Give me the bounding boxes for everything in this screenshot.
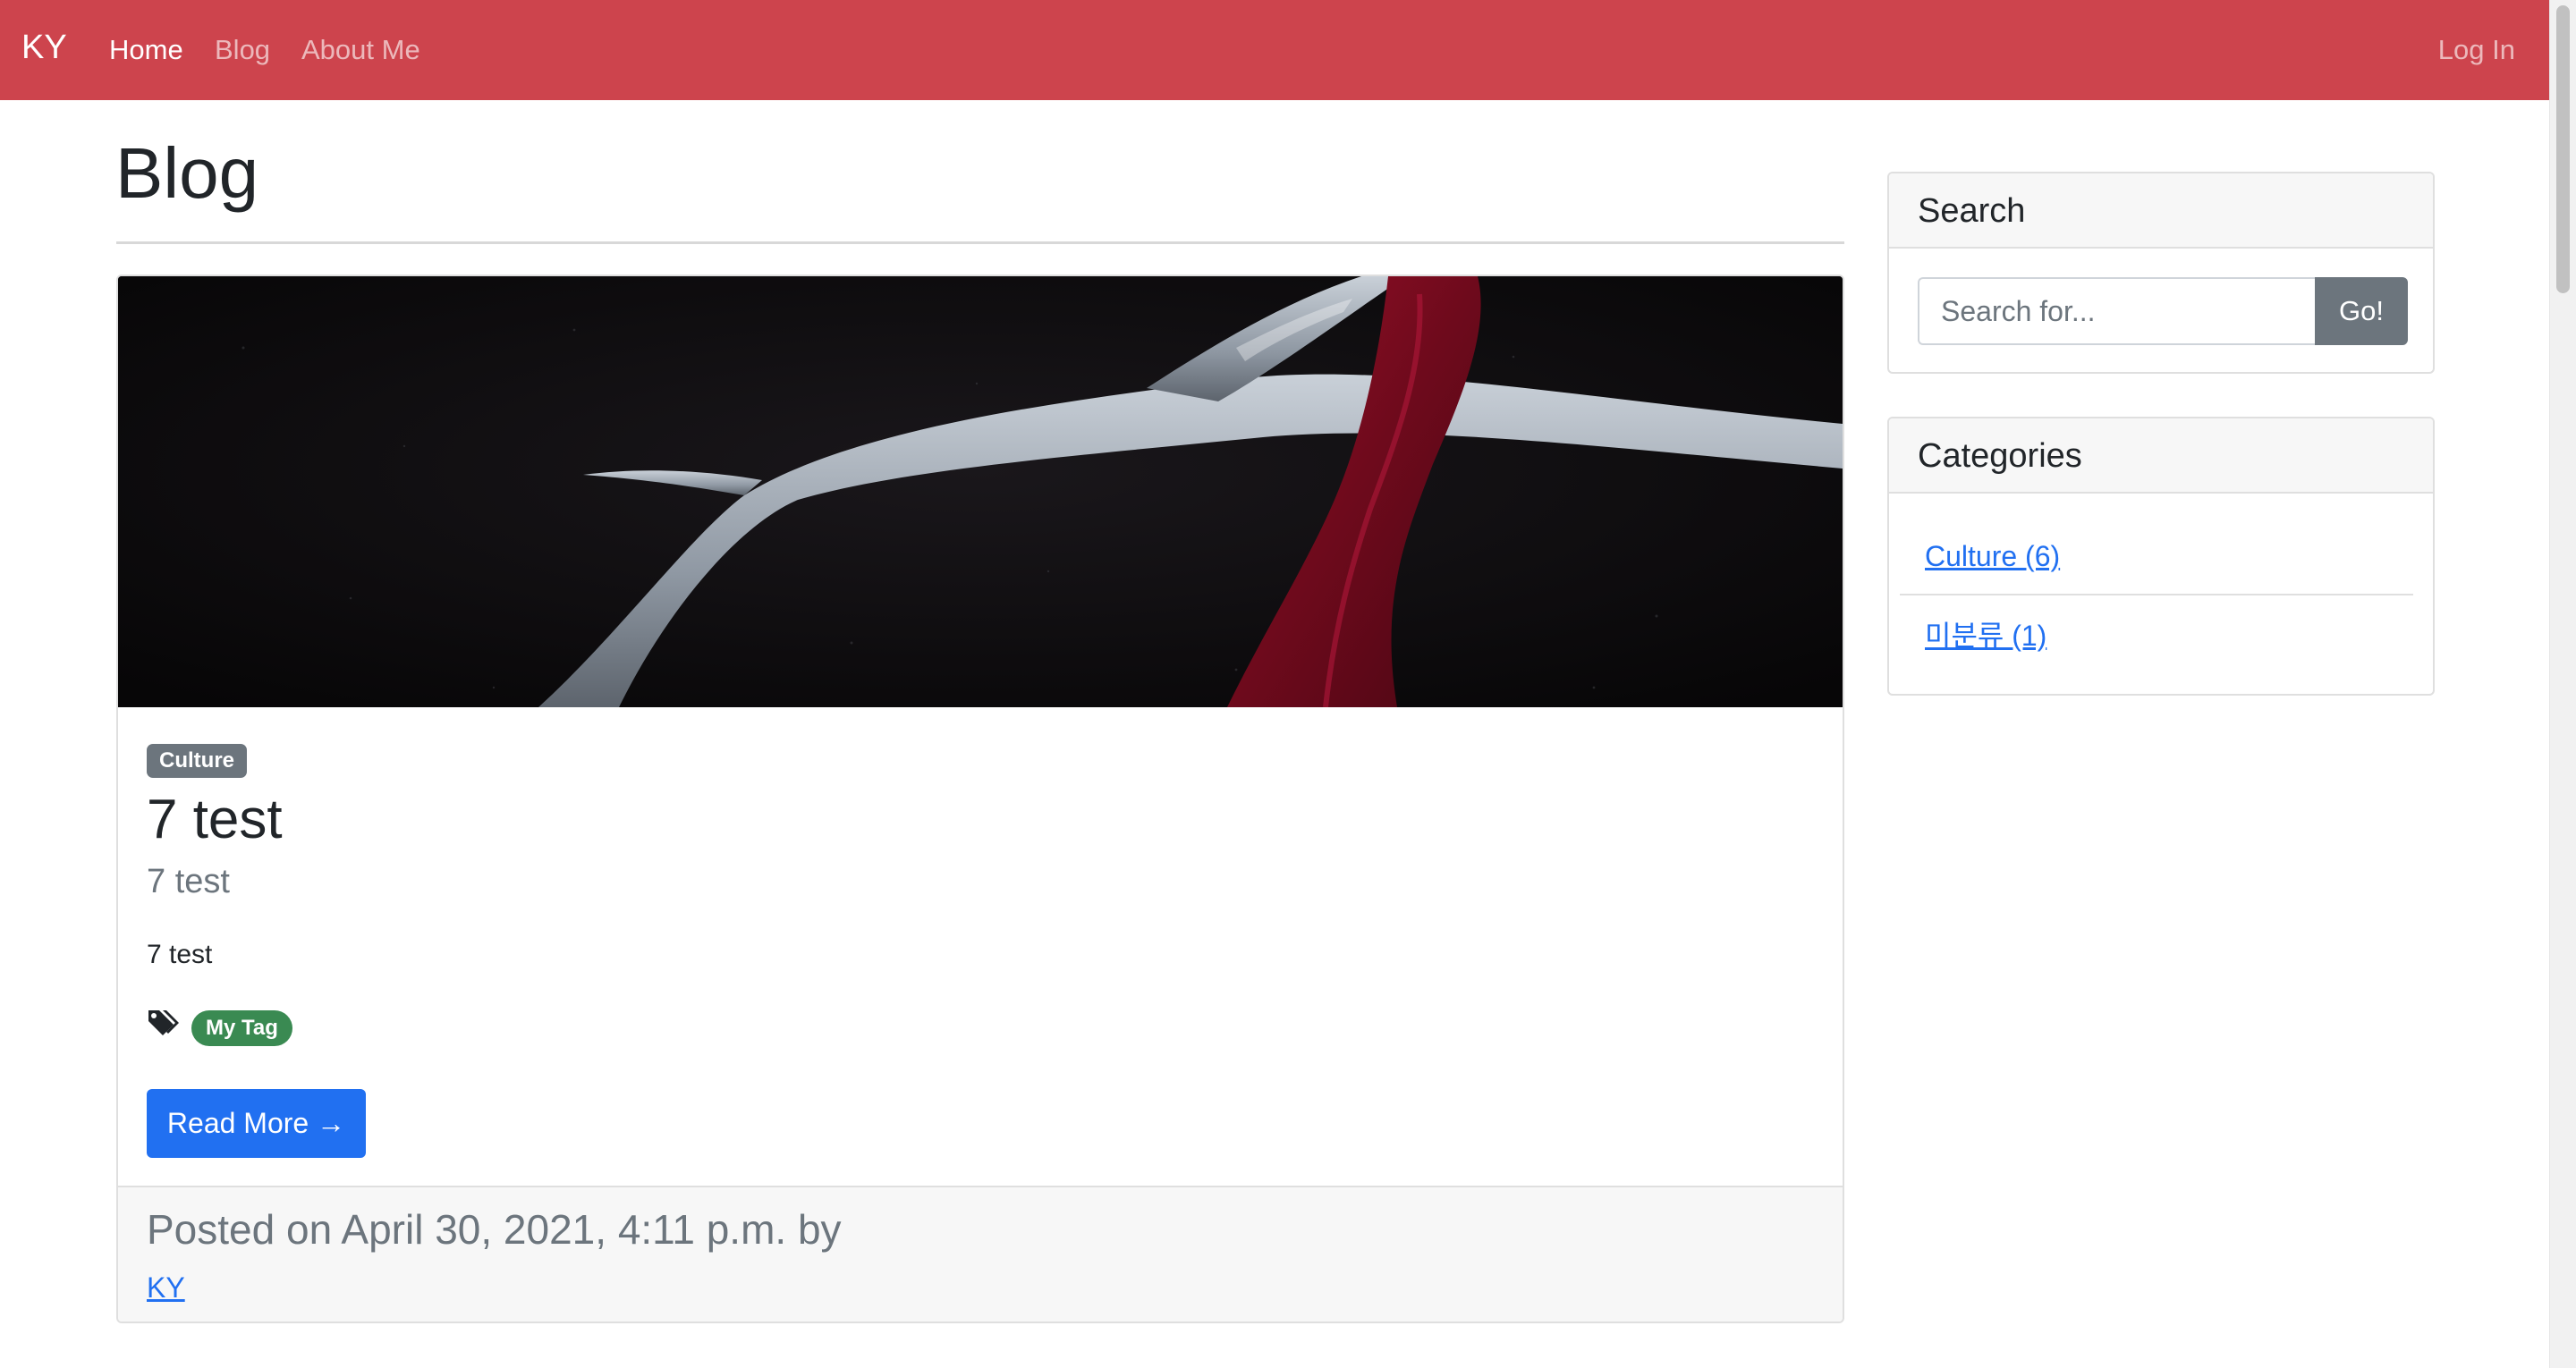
categories-card-header: Categories <box>1889 418 2433 494</box>
nav-home[interactable]: Home <box>109 34 183 66</box>
post-excerpt: 7 test <box>147 940 213 969</box>
category-divider <box>1900 594 2413 595</box>
post-image[interactable] <box>118 276 1843 707</box>
author-link[interactable]: KY <box>147 1271 185 1305</box>
brand-link[interactable]: KY <box>21 29 67 67</box>
categories-card: Categories Culture (6) 미분류 (1) <box>1887 417 2435 696</box>
read-more-button[interactable]: Read More → <box>147 1089 366 1158</box>
post-subtitle: 7 test <box>147 863 230 900</box>
post-title: 7 test <box>147 789 283 850</box>
category-link-uncategorized[interactable]: 미분류 (1) <box>1925 613 2046 654</box>
posted-date: Posted on April 30, 2021, 4:11 p.m. by <box>147 1206 842 1253</box>
navbar: KY Home Blog About Me Log In <box>0 0 2549 100</box>
nav-about-me[interactable]: About Me <box>301 34 420 66</box>
search-card: Search Search for... Go! <box>1887 172 2435 374</box>
search-card-header: Search <box>1889 173 2433 249</box>
tags-icon <box>148 1010 179 1035</box>
scrollbar-thumb[interactable] <box>2556 5 2570 293</box>
antler-red-ribbon-image <box>118 276 1843 707</box>
login-link[interactable]: Log In <box>2438 34 2515 66</box>
title-divider <box>116 241 1844 244</box>
post-footer: Posted on April 30, 2021, 4:11 p.m. by K… <box>118 1186 1843 1322</box>
search-input[interactable]: Search for... <box>1918 277 2317 345</box>
tag-badge[interactable]: My Tag <box>191 1010 292 1046</box>
post-card: Culture 7 test 7 test 7 test My Tag Read… <box>116 274 1844 1323</box>
nav-blog[interactable]: Blog <box>215 34 270 66</box>
category-badge[interactable]: Culture <box>147 744 247 778</box>
search-go-button[interactable]: Go! <box>2315 277 2408 345</box>
category-link-culture[interactable]: Culture (6) <box>1925 540 2060 573</box>
page-title: Blog <box>115 133 259 213</box>
page-scrollbar[interactable] <box>2549 0 2576 1368</box>
